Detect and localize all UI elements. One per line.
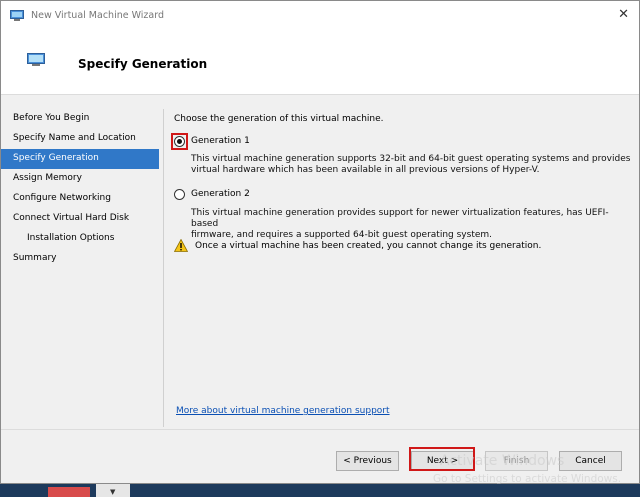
- wizard-header: Specify Generation: [1, 31, 639, 95]
- window-title: New Virtual Machine Wizard: [31, 10, 164, 21]
- nav-divider: [163, 109, 164, 427]
- vm-monitor-icon: [10, 10, 24, 21]
- radio-highlight-box: [171, 133, 188, 150]
- cancel-button[interactable]: Cancel: [559, 451, 622, 471]
- generation-1-description-line1: This virtual machine generation supports…: [191, 154, 631, 164]
- generation-2-description: This virtual machine generation provides…: [191, 208, 631, 241]
- activation-watermark-title: Activate Windows: [440, 453, 565, 469]
- intro-text: Choose the generation of this virtual ma…: [174, 114, 384, 124]
- generation-1-description-line2: virtual hardware which has been availabl…: [191, 165, 540, 175]
- generation-warning: Once a virtual machine has been created,…: [174, 239, 634, 255]
- generation-2-radio[interactable]: [174, 189, 185, 200]
- nav-item-configure-networking[interactable]: Configure Networking: [1, 189, 159, 209]
- previous-button[interactable]: < Previous: [336, 451, 399, 471]
- vm-monitor-icon: [27, 53, 45, 66]
- taskbar-app-red[interactable]: [48, 487, 90, 497]
- nav-item-assign-memory[interactable]: Assign Memory: [1, 169, 159, 189]
- generation-2-description-line1: This virtual machine generation provides…: [191, 208, 609, 229]
- generation-1-description: This virtual machine generation supports…: [191, 154, 631, 176]
- more-info-link[interactable]: More about virtual machine generation su…: [176, 406, 390, 416]
- warning-triangle-icon: [174, 239, 188, 252]
- generation-2-label[interactable]: Generation 2: [191, 189, 250, 199]
- chevron-down-icon[interactable]: ▼: [110, 488, 115, 496]
- footer-divider: [1, 429, 639, 430]
- warning-text: Once a virtual machine has been created,…: [195, 241, 542, 251]
- title-bar: New Virtual Machine Wizard ✕: [1, 1, 639, 31]
- page-title: Specify Generation: [78, 57, 208, 71]
- nav-item-before-you-begin[interactable]: Before You Begin: [1, 109, 159, 129]
- wizard-window: New Virtual Machine Wizard ✕ Specify Gen…: [0, 0, 640, 485]
- nav-item-summary[interactable]: Summary: [1, 249, 159, 269]
- nav-item-specify-name-location[interactable]: Specify Name and Location: [1, 129, 159, 149]
- nav-item-specify-generation[interactable]: Specify Generation: [1, 149, 159, 169]
- generation-1-label[interactable]: Generation 1: [191, 136, 250, 146]
- wizard-steps-nav: Before You Begin Specify Name and Locati…: [1, 109, 159, 269]
- nav-item-connect-vhd[interactable]: Connect Virtual Hard Disk: [1, 209, 159, 229]
- close-icon[interactable]: ✕: [618, 8, 629, 21]
- nav-item-installation-options[interactable]: Installation Options: [1, 229, 159, 249]
